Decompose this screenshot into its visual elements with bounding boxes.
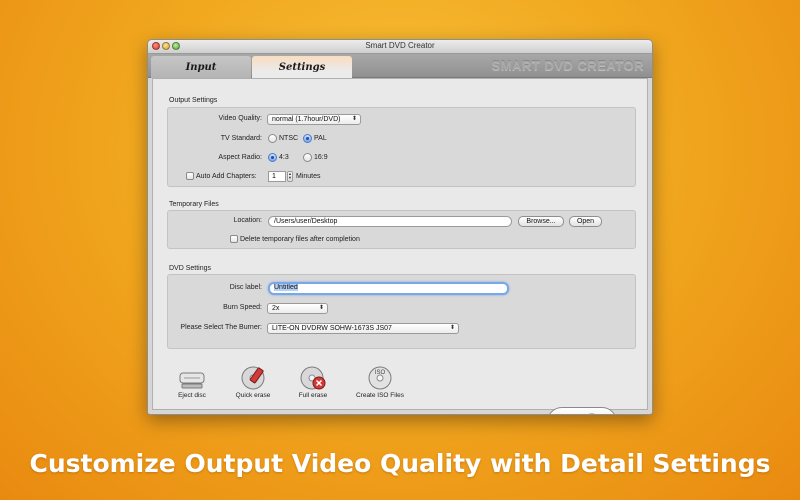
brand-logo-text: SMART DVD CREATOR <box>491 58 644 73</box>
full-erase-label: Full erase <box>298 392 328 399</box>
video-quality-select[interactable]: normal (1.7hour/DVD) ⬍ <box>267 114 361 125</box>
app-window: Smart DVD Creator Input Settings SMART D… <box>147 39 653 415</box>
aspect-16-9-label: 16:9 <box>314 154 328 161</box>
dvd-settings-group: Disc label: Untitled Burn Speed: 2x ⬍ Pl… <box>167 274 636 349</box>
tv-standard-label: TV Standard: <box>220 135 262 142</box>
burn-speed-value: 2x <box>272 305 280 312</box>
location-input[interactable]: /Users/user/Desktop <box>268 216 512 227</box>
disc-label-label: Disc label: <box>229 284 262 291</box>
eject-disc-button[interactable]: Eject disc <box>162 369 222 399</box>
iso-badge-text: ISO <box>375 370 386 376</box>
pal-label: PAL <box>314 135 327 142</box>
delete-temp-checkbox[interactable] <box>230 235 238 243</box>
eject-disc-label: Eject disc <box>178 392 206 399</box>
burn-speed-select[interactable]: 2x ⬍ <box>267 303 328 314</box>
tab-settings[interactable]: Settings <box>252 56 352 78</box>
quick-erase-button[interactable]: Quick erase <box>223 365 283 399</box>
ntsc-label: NTSC <box>279 135 299 142</box>
minutes-label: Minutes <box>296 173 321 180</box>
delete-temp-label: Delete temporary files after completion <box>240 236 360 243</box>
promo-caption: Customize Output Video Quality with Deta… <box>29 449 771 478</box>
quick-erase-icon <box>241 366 265 390</box>
full-erase-icon <box>300 366 326 390</box>
burner-value: LITE-ON DVDRW SOHW-1673S JS07 <box>272 325 392 332</box>
disc-label-input[interactable]: Untitled <box>268 282 509 295</box>
aspect-4-3-radio[interactable] <box>268 153 277 162</box>
pal-radio[interactable] <box>303 134 312 143</box>
browse-button[interactable]: Browse... <box>518 216 564 227</box>
chapters-interval-input[interactable]: 1 <box>268 171 286 182</box>
ntsc-radio[interactable] <box>268 134 277 143</box>
temporary-files-title: Temporary Files <box>169 201 219 208</box>
auto-add-chapters-label: Auto Add Chapters: <box>196 173 257 180</box>
title-bar: Smart DVD Creator <box>148 40 652 54</box>
output-settings-group: Video Quality: normal (1.7hour/DVD) ⬍ TV… <box>167 107 636 187</box>
auto-add-chapters-checkbox[interactable] <box>186 172 194 180</box>
video-quality-label: Video Quality: <box>218 115 262 122</box>
popup-arrows-icon: ⬍ <box>318 305 324 311</box>
eject-disc-icon <box>179 372 205 389</box>
aspect-4-3-label: 4:3 <box>279 154 289 161</box>
burn-button[interactable] <box>547 407 617 414</box>
chapters-stepper[interactable]: ▲ ▼ <box>287 171 293 182</box>
flame-disc-icon <box>588 413 596 414</box>
dvd-settings-title: DVD Settings <box>169 265 212 272</box>
aspect-ratio-label: Aspect Radio: <box>218 154 262 161</box>
output-settings-title: Output Settings <box>169 97 218 104</box>
location-label: Location: <box>233 217 262 224</box>
popup-arrows-icon: ⬍ <box>351 116 357 122</box>
popup-arrows-icon: ⬍ <box>449 325 455 331</box>
settings-panel: Output Settings Video Quality: normal (1… <box>152 78 648 414</box>
video-quality-value: normal (1.7hour/DVD) <box>272 116 341 123</box>
burner-select[interactable]: LITE-ON DVDRW SOHW-1673S JS07 ⬍ <box>267 323 459 334</box>
quick-erase-label: Quick erase <box>235 392 271 399</box>
tab-input[interactable]: Input <box>151 56 251 78</box>
aspect-16-9-radio[interactable] <box>303 153 312 162</box>
open-button[interactable]: Open <box>569 216 602 227</box>
burn-speed-label: Burn Speed: <box>223 304 262 311</box>
create-iso-button[interactable]: ISO Create ISO Files <box>350 365 410 399</box>
full-erase-button[interactable]: Full erase <box>283 365 343 399</box>
disc-label-value: Untitled <box>274 284 298 291</box>
tab-bar: Input Settings SMART DVD CREATOR <box>148 54 652 78</box>
window-title: Smart DVD Creator <box>365 41 435 50</box>
burner-label: Please Select The Burner: <box>180 324 262 331</box>
temporary-files-group: Location: /Users/user/Desktop Browse... … <box>167 210 636 249</box>
iso-disc-icon: ISO <box>368 366 392 390</box>
create-iso-label: Create ISO Files <box>355 392 405 399</box>
